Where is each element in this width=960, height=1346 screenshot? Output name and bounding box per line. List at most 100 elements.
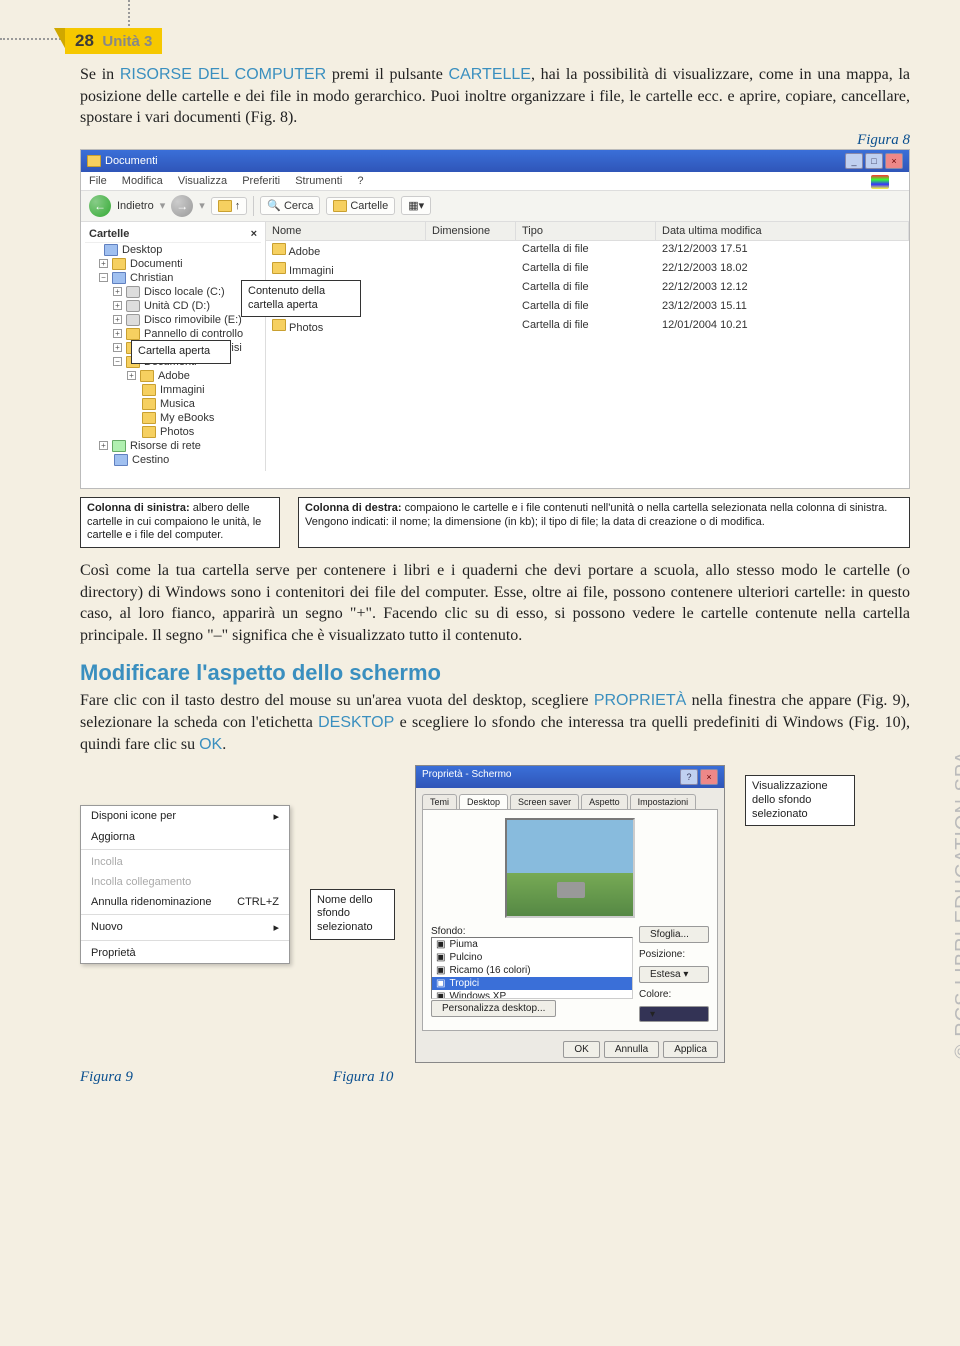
expand-icon[interactable]: − — [99, 273, 108, 282]
browse-button[interactable]: Sfoglia... — [639, 926, 709, 943]
tree-item[interactable]: Photos — [85, 425, 261, 439]
menu-aggiorna[interactable]: Aggiorna — [81, 827, 289, 847]
expand-icon[interactable]: + — [99, 441, 108, 450]
tree-item[interactable]: Musica — [85, 397, 261, 411]
tree-item[interactable]: Desktop — [85, 243, 261, 257]
menu-visualizza[interactable]: Visualizza — [178, 175, 227, 187]
menu-strumenti[interactable]: Strumenti — [295, 175, 342, 187]
expand-icon[interactable]: + — [113, 329, 122, 338]
bg-item[interactable]: ▣ Ricamo (16 colori) — [432, 964, 632, 977]
minimize-button[interactable]: _ — [845, 153, 863, 169]
close-button[interactable]: × — [700, 769, 718, 785]
tree-label: Risorse di rete — [130, 440, 201, 452]
file-list: AdobeCartella di file23/12/2003 17.51 Im… — [266, 241, 909, 336]
figure-8-screenshot: Documenti _ □ × File Modifica Visualizza… — [80, 149, 910, 489]
folder-icon — [126, 300, 140, 312]
menu-nuovo[interactable]: Nuovo▸ — [81, 917, 289, 938]
callout-visualizzazione: Visualizzazione dello sfondo selezionato — [745, 775, 855, 826]
cancel-button[interactable]: Annulla — [604, 1041, 659, 1058]
tree-label: Cestino — [132, 454, 169, 466]
tab-aspetto[interactable]: Aspetto — [581, 794, 628, 809]
color-select[interactable]: ▾ — [639, 1006, 709, 1022]
back-button[interactable]: ← — [89, 195, 111, 217]
position-select[interactable]: Estesa ▾ — [639, 966, 709, 983]
menu-help[interactable]: ? — [357, 175, 363, 187]
col-name[interactable]: Nome — [266, 222, 426, 240]
file-row[interactable]: MusicaCartella di file22/12/2003 12.12 — [266, 279, 909, 298]
col-size[interactable]: Dimensione — [426, 222, 516, 240]
file-row[interactable]: PhotosCartella di file12/01/2004 10.21 — [266, 317, 909, 336]
expand-icon[interactable]: + — [113, 343, 122, 352]
tree-item[interactable]: My eBooks — [85, 411, 261, 425]
callout-aperta: Cartella aperta — [131, 340, 231, 364]
menu-annulla[interactable]: Annulla ridenominazioneCTRL+Z — [81, 892, 289, 912]
toolbar: ← Indietro ▾ → ▾ ↑ 🔍 Cerca Cartelle ▦▾ — [81, 191, 909, 222]
unit-label: Unità 3 — [102, 33, 152, 50]
customize-button[interactable]: Personalizza desktop... — [431, 1000, 556, 1017]
bg-item[interactable]: ▣ Piuma — [432, 938, 632, 951]
folder-icon — [126, 314, 140, 326]
folders-button[interactable]: Cartelle — [326, 197, 395, 215]
tab-impostazioni[interactable]: Impostazioni — [630, 794, 697, 809]
tree-item[interactable]: Cestino — [85, 453, 261, 467]
folder-icon — [142, 412, 156, 424]
expand-icon[interactable]: + — [113, 315, 122, 324]
up-button[interactable]: ↑ — [211, 197, 248, 215]
paragraph-1: Se in RISORSE DEL COMPUTER premi il puls… — [80, 64, 910, 129]
tree-item[interactable]: +Disco rimovibile (E:) — [85, 313, 261, 327]
color-label: Colore: — [639, 989, 709, 1000]
tree-item[interactable]: −Christian — [85, 271, 261, 285]
file-row[interactable]: My eBooksCartella di file23/12/2003 15.1… — [266, 298, 909, 317]
menu-file[interactable]: File — [89, 175, 107, 187]
tree-item[interactable]: +Disco locale (C:) — [85, 285, 261, 299]
tree-label: Desktop — [122, 244, 162, 256]
tree-label: Pannello di controllo — [144, 328, 243, 340]
folder-icon — [272, 319, 286, 331]
tab-desktop[interactable]: Desktop — [459, 794, 508, 809]
tree-item[interactable]: +Unità CD (D:) — [85, 299, 261, 313]
views-button[interactable]: ▦▾ — [401, 196, 431, 215]
paragraph-3: Fare clic con il tasto destro del mouse … — [80, 690, 910, 755]
image-icon: ▣ — [436, 939, 445, 950]
file-row[interactable]: AdobeCartella di file23/12/2003 17.51 — [266, 241, 909, 260]
callout-title: Colonna di sinistra: — [87, 502, 190, 514]
search-button[interactable]: 🔍 Cerca — [260, 196, 320, 215]
tab-screensaver[interactable]: Screen saver — [510, 794, 579, 809]
folder-icon — [112, 258, 126, 270]
menu-modifica[interactable]: Modifica — [122, 175, 163, 187]
callout-sinistra: Colonna di sinistra: albero delle cartel… — [80, 497, 280, 548]
ok-button[interactable]: OK — [563, 1041, 599, 1058]
tab-temi[interactable]: Temi — [422, 794, 457, 809]
menu-preferiti[interactable]: Preferiti — [242, 175, 280, 187]
col-date[interactable]: Data ultima modifica — [656, 222, 909, 240]
folder-icon — [142, 398, 156, 410]
expand-icon[interactable]: + — [113, 287, 122, 296]
label: Aggiorna — [91, 831, 135, 843]
expand-icon[interactable]: + — [113, 301, 122, 310]
tree-item[interactable]: + Risorse di rete — [85, 439, 261, 453]
menu-disponi[interactable]: Disponi icone per▸ — [81, 806, 289, 827]
separator — [81, 940, 289, 941]
col-type[interactable]: Tipo — [516, 222, 656, 240]
bg-item[interactable]: ▣ Windows XP — [432, 990, 632, 999]
tree-item[interactable]: +Documenti — [85, 257, 261, 271]
file-row[interactable]: ImmaginiCartella di file22/12/2003 18.02 — [266, 260, 909, 279]
background-list[interactable]: ▣ Piuma▣ Pulcino▣ Ricamo (16 colori)▣ Tr… — [431, 937, 633, 999]
text: Fare clic con il tasto destro del mouse … — [80, 692, 594, 709]
tree-item[interactable]: Immagini — [85, 383, 261, 397]
close-button[interactable]: × — [885, 153, 903, 169]
expand-icon[interactable]: + — [127, 371, 136, 380]
forward-button[interactable]: → — [171, 195, 193, 217]
maximize-button[interactable]: □ — [865, 153, 883, 169]
tree-item[interactable]: + Adobe — [85, 369, 261, 383]
sidebar-close-icon[interactable]: × — [251, 228, 257, 240]
tree-label: Adobe — [158, 370, 190, 382]
help-button[interactable]: ? — [680, 769, 698, 785]
menu-proprieta[interactable]: Proprietà — [81, 943, 289, 963]
expand-icon[interactable]: + — [99, 259, 108, 268]
bg-item[interactable]: ▣ Pulcino — [432, 951, 632, 964]
tree-item[interactable]: + Pannello di controllo — [85, 327, 261, 341]
bg-item[interactable]: ▣ Tropici — [432, 977, 632, 990]
apply-button[interactable]: Applica — [663, 1041, 718, 1058]
expand-icon[interactable]: − — [113, 357, 122, 366]
